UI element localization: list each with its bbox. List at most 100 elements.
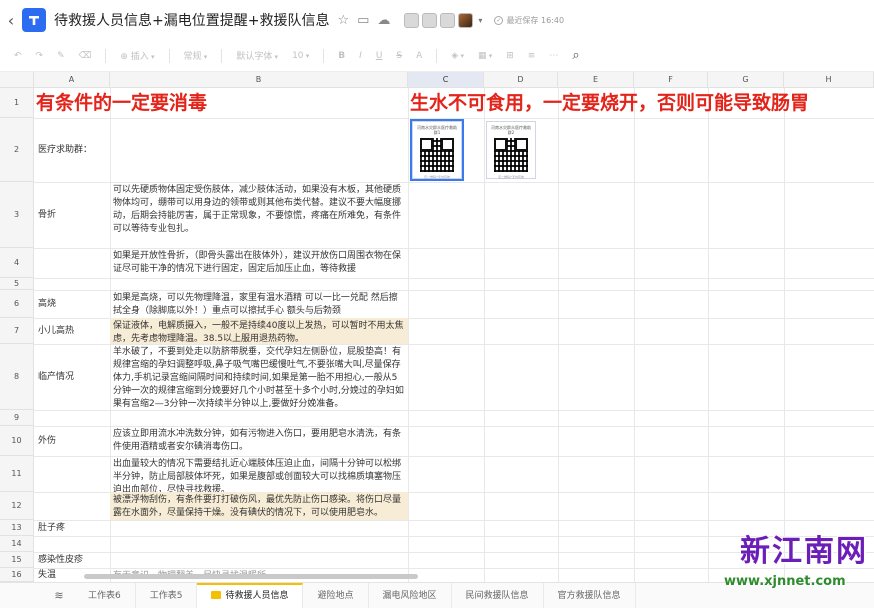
row-header-4[interactable]: 4 (0, 248, 34, 278)
row-header-10[interactable]: 10 (0, 426, 34, 456)
star-icon[interactable]: ☆ (337, 13, 349, 28)
toolbar-divider (105, 48, 107, 63)
gridline (34, 552, 874, 553)
row-header-14[interactable]: 14 (0, 536, 34, 552)
row-header-11[interactable]: 11 (0, 456, 34, 492)
collaborators[interactable]: ▾ (404, 12, 482, 28)
row-header-8[interactable]: 8 (0, 344, 34, 410)
bold-icon[interactable]: B (338, 51, 345, 61)
search-icon[interactable]: ⌕ (572, 48, 579, 63)
cell-b12[interactable]: 被漂浮物刮伤，有条件要打打破伤风，最优先防止伤口感染。将伤口尽量露在水面外，尽量… (110, 492, 408, 520)
underline-icon[interactable]: U (376, 51, 383, 61)
gridline (408, 88, 409, 582)
italic-icon[interactable]: I (359, 51, 362, 61)
row-header-9[interactable]: 9 (0, 410, 34, 426)
cell-b3[interactable]: 可以先硬质物体固定受伤肢体，减少肢体活动，如果没有木板，其他硬质物体均可，绷带可… (110, 182, 408, 248)
cell-b6[interactable]: 如果是高烧，可以先物理降温，家里有温水酒精 可以一比一兑配 然后擦拭全身（除脚底… (110, 290, 408, 318)
strikethrough-icon[interactable]: S (396, 51, 402, 61)
cell-b11[interactable]: 出血量较大的情况下需要结扎近心端肢体压迫止血，间隔十分钟可以松绑半分钟，防止局部… (110, 456, 408, 492)
column-header-f[interactable]: F (634, 72, 708, 88)
cell-b10[interactable]: 应该立即用流水冲洗数分钟，如有污物进入伤口，要用肥皂水清洗，有条件使用酒精或者安… (110, 426, 408, 456)
chevron-down-icon[interactable]: ▾ (478, 16, 482, 25)
qr-code-icon (420, 138, 454, 172)
merge-cells-icon[interactable]: ⊞ (506, 51, 514, 61)
cell-a3[interactable]: 骨折 (34, 182, 110, 248)
row-header-6[interactable]: 6 (0, 290, 34, 318)
title-bar: ‹ 待救援人员信息+漏电位置提醒+救援队信息 ☆ ▭ ☁ ▾ ✓ 最近保存 16… (0, 0, 874, 40)
more-icon[interactable]: ⋯ (549, 51, 558, 61)
row-header-13[interactable]: 13 (0, 520, 34, 536)
insert-label: 插入 (130, 52, 149, 62)
tab-electric-risk[interactable]: 漏电风险地区 (369, 582, 452, 608)
cell-c1[interactable]: 生水不可食用，一定要烧开，否则可能导致肠胃 (410, 90, 874, 118)
row-header-15[interactable]: 15 (0, 552, 34, 568)
cell-a13[interactable]: 肚子疼 (34, 520, 110, 536)
clear-format-icon[interactable]: ⌫ (79, 51, 92, 61)
column-header-c[interactable]: C (408, 72, 484, 88)
gridline (34, 410, 874, 411)
gridline (34, 536, 874, 537)
row-header-16[interactable]: 16 (0, 568, 34, 582)
cell-a7[interactable]: 小儿高热 (34, 318, 110, 344)
tab-sheet5[interactable]: 工作表5 (136, 582, 198, 608)
text-color-icon[interactable]: A (416, 51, 422, 61)
tab-sheet6[interactable]: 工作表6 (74, 582, 136, 608)
number-format-select[interactable]: 常规 (184, 49, 208, 62)
cell-b7[interactable]: 保证液体，电解质摄入，一般不是持续40度以上发热，可以暂时不用太焦虑，先考虑物理… (110, 318, 408, 344)
cell-a10[interactable]: 外伤 (34, 426, 110, 456)
cell-a8[interactable]: 临产情况 (34, 344, 110, 410)
user-avatar[interactable] (458, 12, 474, 28)
fill-color-icon[interactable]: ◈ (451, 51, 464, 61)
gridline (484, 88, 485, 582)
tab-civil-rescue[interactable]: 民间救援队信息 (452, 582, 544, 608)
gridline (634, 88, 635, 582)
row-header-12[interactable]: 12 (0, 492, 34, 520)
cell-a2[interactable]: 医疗求助群： (34, 118, 110, 182)
column-header-h[interactable]: H (784, 72, 874, 88)
document-title[interactable]: 待救援人员信息+漏电位置提醒+救援队信息 (54, 10, 329, 30)
row-header-5[interactable]: 5 (0, 278, 34, 290)
horizontal-scrollbar[interactable] (84, 574, 418, 579)
tab-rescue-people[interactable]: 待救援人员信息 (197, 582, 304, 608)
sheet-list-icon[interactable]: ≋ (44, 589, 74, 602)
back-arrow-icon[interactable]: ‹ (0, 11, 22, 30)
column-header-a[interactable]: A (34, 72, 110, 88)
border-icon[interactable]: ▦ (478, 51, 492, 61)
sheet-tabs: ≋ 工作表6 工作表5 待救援人员信息 避险地点 漏电风险地区 民间救援队信息 … (0, 582, 874, 608)
tab-shelters[interactable]: 避险地点 (303, 582, 369, 608)
insert-menu[interactable]: ⊕ 插入 (120, 49, 154, 62)
tab-official-rescue[interactable]: 官方救援队信息 (544, 582, 636, 608)
cell-a1[interactable]: 有条件的一定要消毒 (36, 90, 406, 118)
row-header-3[interactable]: 3 (0, 182, 34, 248)
collaborator-avatar[interactable] (422, 12, 438, 28)
cell-a15[interactable]: 感染性皮疹 (34, 552, 110, 568)
cell-a6[interactable]: 高烧 (34, 290, 110, 318)
qr-code-icon (494, 138, 528, 172)
qr-caption: 河南水灾群众医疗救助群1 (417, 125, 457, 135)
font-size-select[interactable]: 10 (292, 51, 309, 61)
column-header-b[interactable]: B (110, 72, 408, 88)
undo-icon[interactable]: ↶ (14, 51, 22, 61)
cloud-icon[interactable]: ☁ (377, 13, 390, 28)
cell-b4[interactable]: 如果是开放性骨折，（即骨头露出在肢体外），建议开放伤口周围衣物在保证尽可能干净的… (110, 248, 408, 278)
column-header-e[interactable]: E (558, 72, 634, 88)
column-header-d[interactable]: D (484, 72, 558, 88)
row-header-1[interactable]: 1 (0, 88, 34, 118)
select-all-corner[interactable] (0, 72, 34, 88)
qr-code-image[interactable]: 河南水灾群众医疗救助群1 该二维码7天内有效 (410, 119, 464, 181)
spreadsheet-grid[interactable]: A B C D E F G H 1 2 3 4 5 6 7 8 9 10 11 … (0, 72, 874, 582)
doc-info-icon[interactable]: ▭ (357, 13, 369, 28)
qr-code-image[interactable]: 河南水灾群众医疗救助群2 该二维码7天内有效 (486, 121, 536, 179)
gridline (708, 88, 709, 582)
collaborator-avatar[interactable] (404, 12, 420, 28)
format-painter-icon[interactable]: ✎ (57, 51, 65, 61)
collaborator-avatar[interactable] (440, 12, 456, 28)
row-header-2[interactable]: 2 (0, 118, 34, 182)
align-icon[interactable]: ≡ (528, 51, 536, 61)
app-logo-icon[interactable] (22, 8, 46, 32)
cell-b8[interactable]: 羊水破了，不要到处走以防脐带脱垂，交代孕妇左侧卧位，屁股垫高！有规律宫缩的孕妇调… (110, 344, 408, 410)
font-family-select[interactable]: 默认字体 (236, 49, 278, 62)
column-header-g[interactable]: G (708, 72, 784, 88)
redo-icon[interactable]: ↷ (36, 51, 44, 61)
row-header-7[interactable]: 7 (0, 318, 34, 344)
